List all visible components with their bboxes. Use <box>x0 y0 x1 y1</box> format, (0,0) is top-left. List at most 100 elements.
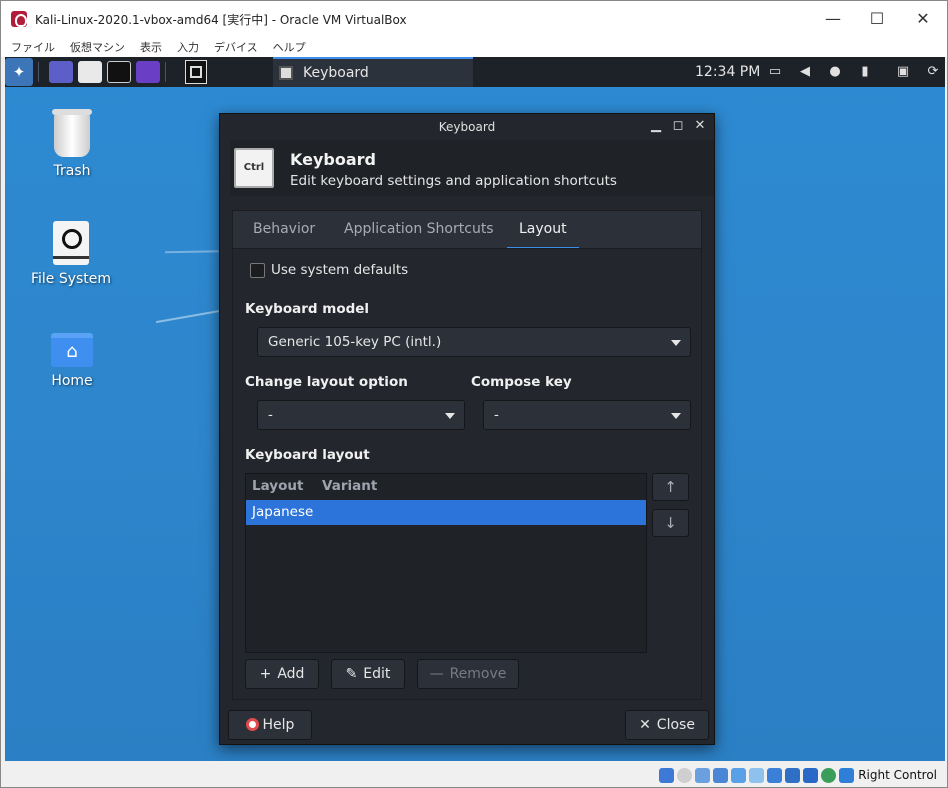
menu-view[interactable]: 表示 <box>140 39 162 55</box>
host-close-button[interactable]: ✕ <box>913 9 933 29</box>
desktop-icon-trash[interactable]: Trash <box>22 109 122 179</box>
keyboard-layout-label: Keyboard layout <box>245 447 370 463</box>
workspace-switcher[interactable] <box>185 60 207 84</box>
keyboard-model-select[interactable]: Generic 105-key PC (intl.) <box>257 327 691 357</box>
mouse-integration-status-icon[interactable] <box>839 767 855 783</box>
host-statusbar: Right Control <box>1 763 947 787</box>
audio-status-icon[interactable] <box>695 767 711 783</box>
minus-icon: — <box>429 666 444 682</box>
keyboard-layout-list[interactable]: Layout Variant Japanese <box>245 473 647 653</box>
desktop-icon-home[interactable]: Home <box>22 333 122 389</box>
tab-application-shortcuts[interactable]: Application Shortcuts <box>344 211 494 249</box>
dialog-subheading: Edit keyboard settings and application s… <box>290 173 617 189</box>
desktop-icon-label: File System <box>30 271 112 287</box>
dialog-titlebar[interactable]: Keyboard <box>220 114 714 140</box>
tab-behavior[interactable]: Behavior <box>253 211 315 249</box>
host-key-label: Right Control <box>858 768 937 782</box>
terminal-icon[interactable] <box>107 61 131 83</box>
chevron-down-icon <box>445 413 455 419</box>
optical-drive-status-icon[interactable] <box>677 767 693 783</box>
help-lifebuoy-icon <box>245 718 259 731</box>
change-layout-option-value: - <box>268 407 273 423</box>
taskbar-item-label: Keyboard <box>303 65 369 81</box>
taskbar-item-keyboard[interactable]: Keyboard <box>273 57 473 87</box>
desktop-icon-file-system[interactable]: File System <box>21 221 121 287</box>
close-button[interactable]: ✕ Close <box>625 710 709 740</box>
menu-machine[interactable]: 仮想マシン <box>70 39 125 55</box>
edit-button[interactable]: ✎ Edit <box>331 659 405 689</box>
notifications-bell-icon[interactable]: ● <box>827 64 843 80</box>
drive-icon <box>53 221 89 265</box>
compose-key-value: - <box>494 407 499 423</box>
screen-recorder-icon[interactable] <box>136 61 160 83</box>
chevron-down-icon <box>671 413 681 419</box>
change-layout-option-label: Change layout option <box>245 374 408 390</box>
list-item[interactable]: Japanese <box>246 500 646 525</box>
guest-additions-status-icon[interactable] <box>821 767 837 783</box>
vt-x-status-icon[interactable] <box>803 767 819 783</box>
kali-menu-icon[interactable]: ✦ <box>5 58 33 86</box>
compose-key-label: Compose key <box>471 374 572 390</box>
move-up-button[interactable]: ↑ <box>652 473 689 501</box>
help-button[interactable]: Help <box>228 710 312 740</box>
desktop-icon-label: Trash <box>53 163 91 179</box>
keyboard-model-value: Generic 105-key PC (intl.) <box>268 334 442 350</box>
column-header-layout[interactable]: Layout <box>252 478 303 494</box>
host-maximize-button[interactable]: ☐ <box>867 9 887 29</box>
edit-button-label: Edit <box>363 666 391 682</box>
lock-icon[interactable]: ▣ <box>895 64 911 80</box>
tab-layout[interactable]: Layout <box>507 211 579 249</box>
list-header: Layout Variant <box>246 474 646 500</box>
keyboard-dialog: Keyboard ▁ ◻ ✕ Ctrl Keyboard Edit keyboa… <box>219 113 715 745</box>
plus-icon: + <box>259 666 272 682</box>
use-system-defaults-checkbox[interactable] <box>250 263 265 278</box>
virtualbox-icon <box>11 11 27 27</box>
close-icon: ✕ <box>639 717 651 733</box>
column-header-variant[interactable]: Variant <box>322 478 377 494</box>
help-button-label: Help <box>262 717 295 733</box>
keyboard-ctrl-icon: Ctrl <box>234 148 274 188</box>
dialog-header: Ctrl Keyboard Edit keyboard settings and… <box>230 140 714 196</box>
network-status-icon[interactable] <box>713 767 729 783</box>
harddisk-status-icon[interactable] <box>659 767 675 783</box>
top-panel: ✦ Keyboard 12:34 PM ▭ ◀ ● ▮ ▣ ⟳ <box>5 57 945 87</box>
menu-help[interactable]: ヘルプ <box>273 39 306 55</box>
add-button-label: Add <box>277 666 305 682</box>
menu-devices[interactable]: デバイス <box>214 39 258 55</box>
logout-icon[interactable]: ⟳ <box>925 64 941 80</box>
show-desktop-icon[interactable] <box>49 61 73 83</box>
panel-separator <box>165 62 166 82</box>
dialog-maximize-button[interactable]: ◻ <box>670 118 686 134</box>
dialog-close-icon[interactable]: ✕ <box>692 118 708 134</box>
change-layout-option-select[interactable]: - <box>257 400 465 430</box>
host-minimize-button[interactable]: — <box>823 9 843 29</box>
layout-tab-content: Use system defaults Keyboard model Gener… <box>232 248 702 700</box>
remove-button[interactable]: — Remove <box>417 659 519 689</box>
file-manager-icon[interactable] <box>78 61 102 83</box>
pencil-icon: ✎ <box>345 666 358 682</box>
recording-status-icon[interactable] <box>785 767 801 783</box>
clock[interactable]: 12:34 PM <box>695 57 760 87</box>
add-button[interactable]: + Add <box>245 659 319 689</box>
menu-file[interactable]: ファイル <box>11 39 55 55</box>
usb-status-icon[interactable] <box>731 767 747 783</box>
home-folder-icon <box>51 333 93 367</box>
use-system-defaults-label[interactable]: Use system defaults <box>271 262 408 278</box>
remove-button-label: Remove <box>449 666 507 682</box>
volume-icon[interactable]: ◀ <box>797 64 813 80</box>
display-icon[interactable]: ▭ <box>767 64 783 80</box>
guest-desktop: ✦ Keyboard 12:34 PM ▭ ◀ ● ▮ ▣ ⟳ Trash Fi… <box>5 57 945 761</box>
host-titlebar: Kali-Linux-2020.1-vbox-amd64 [実行中] - Ora… <box>1 1 947 37</box>
dialog-heading: Keyboard <box>290 150 376 169</box>
keyboard-model-label: Keyboard model <box>245 301 370 317</box>
tab-bar: Behavior Application Shortcuts Layout <box>232 210 702 249</box>
battery-icon[interactable]: ▮ <box>857 64 873 80</box>
shared-folders-status-icon[interactable] <box>749 767 765 783</box>
compose-key-select[interactable]: - <box>483 400 691 430</box>
menu-input[interactable]: 入力 <box>177 39 199 55</box>
keyboard-app-icon <box>279 66 293 80</box>
panel-separator <box>38 62 39 82</box>
dialog-minimize-button[interactable]: ▁ <box>648 118 664 134</box>
display-status-icon[interactable] <box>767 767 783 783</box>
move-down-button[interactable]: ↓ <box>652 509 689 537</box>
